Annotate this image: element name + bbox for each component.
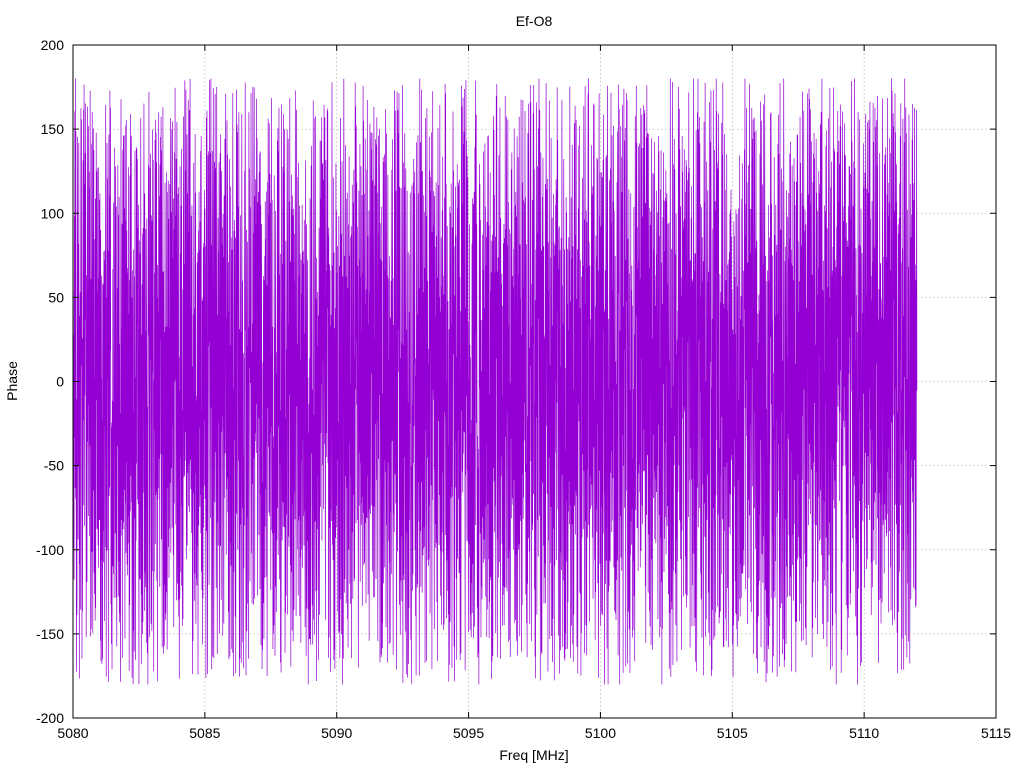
x-axis-title: Freq [MHz] [499, 747, 568, 763]
y-tick-label: 50 [48, 289, 64, 305]
x-tick-label: 5105 [717, 725, 748, 741]
y-axis-title: Phase [4, 361, 20, 401]
y-tick-label: -150 [36, 626, 64, 642]
phase-series [72, 78, 918, 685]
x-tick-label: 5095 [453, 725, 484, 741]
chart-title: Ef-O8 [516, 13, 553, 29]
x-tick-label: 5080 [57, 725, 88, 741]
x-tick-label: 5110 [849, 725, 879, 741]
y-tick-label: 100 [41, 205, 65, 221]
x-tick-label: 5115 [981, 725, 1011, 741]
y-tick-label: -100 [36, 542, 64, 558]
x-tick-label: 5100 [585, 725, 616, 741]
phase-chart: Ef-O8 5080 5085 5090 5095 5100 5105 5110 5115 20… [4, 13, 1011, 763]
y-tick-label: 200 [41, 37, 65, 53]
y-tick-label: -50 [44, 458, 64, 474]
phase-series-line [72, 78, 918, 685]
y-tick-label: 0 [56, 374, 64, 390]
y-tick-label: -200 [36, 710, 64, 726]
x-tick-label: 5090 [321, 725, 352, 741]
x-tick-label: 5085 [189, 725, 220, 741]
y-tick-label: 150 [41, 121, 65, 137]
